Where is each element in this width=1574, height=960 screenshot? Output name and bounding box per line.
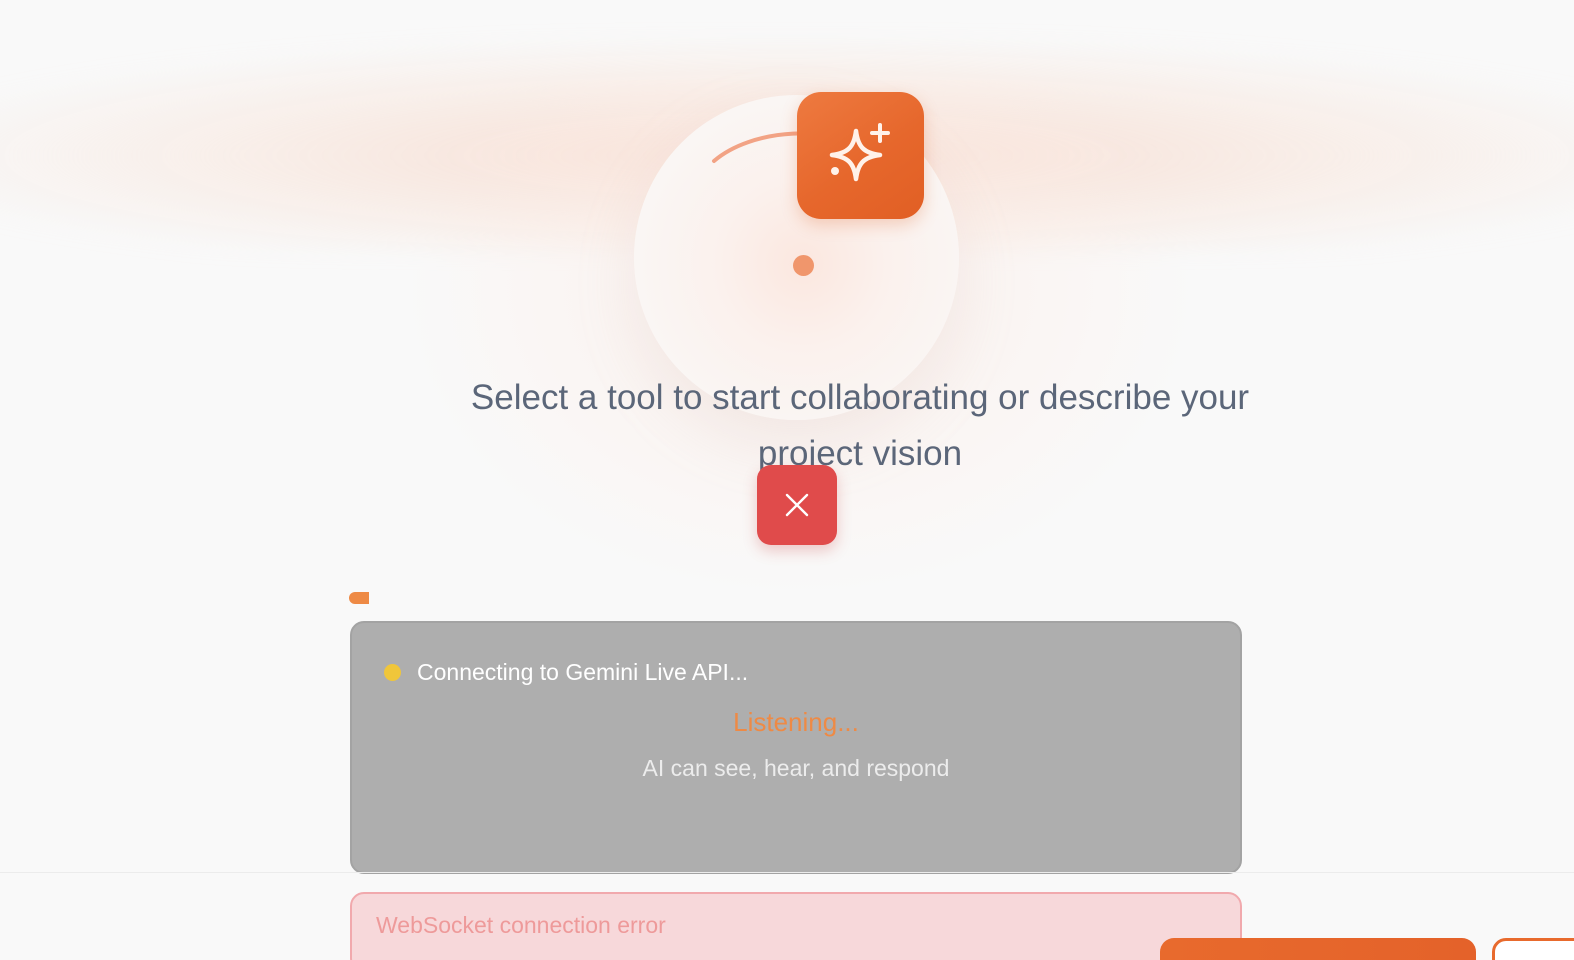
footer-divider bbox=[0, 872, 1574, 873]
connection-status-row: Connecting to Gemini Live API... bbox=[384, 659, 748, 686]
page-headline: Select a tool to start collaborating or … bbox=[470, 378, 1250, 473]
listening-label: Listening... bbox=[733, 707, 859, 737]
primary-action-button[interactable] bbox=[1160, 938, 1476, 960]
close-icon bbox=[785, 493, 809, 517]
progress-indicator bbox=[349, 592, 369, 604]
ai-assistant-badge bbox=[797, 92, 924, 219]
error-banner: WebSocket connection error bbox=[350, 892, 1242, 960]
error-message: WebSocket connection error bbox=[376, 912, 666, 938]
secondary-action-button[interactable] bbox=[1492, 938, 1574, 960]
capabilities-text: AI can see, hear, and respond bbox=[642, 755, 950, 781]
close-session-button[interactable] bbox=[757, 465, 837, 545]
app-stage: Select a tool to start collaborating or … bbox=[0, 0, 1574, 960]
sparkles-icon bbox=[829, 122, 890, 181]
orb-center-dot bbox=[793, 255, 814, 276]
live-session-panel: Connecting to Gemini Live API... Listeni… bbox=[350, 621, 1242, 874]
connection-status-dot bbox=[384, 664, 401, 681]
connection-status-text: Connecting to Gemini Live API... bbox=[417, 659, 749, 685]
